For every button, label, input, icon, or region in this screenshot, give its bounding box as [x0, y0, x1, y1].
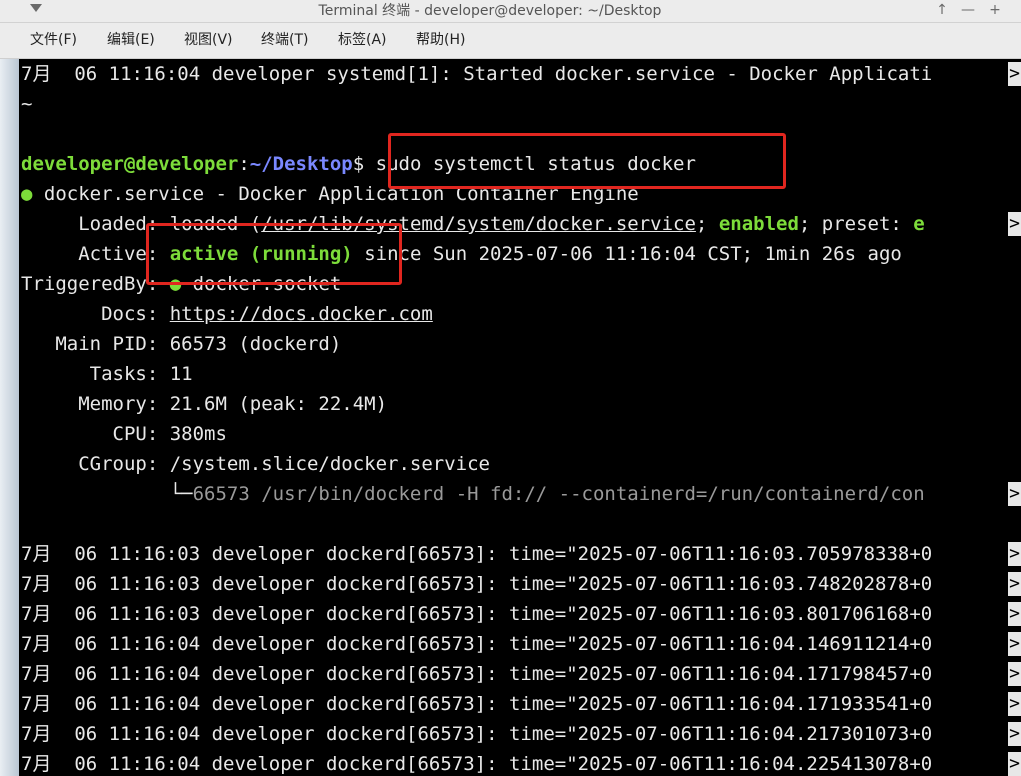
menu-terminal[interactable]: 终端(T) [261, 23, 308, 58]
log-line: 7月 06 11:16:04 developer dockerd[66573]:… [21, 693, 933, 715]
cpu-line: CPU: 380ms [21, 423, 227, 445]
cgroup-line: CGroup: /system.slice/docker.service [21, 453, 490, 475]
truncation-marker: > [1008, 752, 1021, 776]
minimize-button[interactable]: — [960, 0, 976, 22]
command-highlight-box [388, 133, 786, 189]
tasks-line: Tasks: 11 [21, 363, 193, 385]
truncation-marker: > [1008, 602, 1021, 626]
truncation-marker: > [1008, 692, 1021, 716]
truncation-marker: > [1008, 62, 1021, 86]
terminal-line: 7月 06 11:16:04 developer systemd[1]: Sta… [21, 63, 933, 85]
enabled-status: enabled [718, 213, 799, 235]
truncation-marker: > [1008, 632, 1021, 656]
truncation-marker: > [1008, 662, 1021, 686]
maximize-button[interactable]: + [987, 0, 1003, 22]
terminal-line: ~ [21, 93, 33, 115]
memory-line: Memory: 21.6M (peak: 22.4M) [21, 393, 388, 415]
menu-file[interactable]: 文件(F) [30, 23, 77, 58]
desktop-background-edge [0, 59, 19, 776]
cgroup-process-line: └─66573 /usr/bin/dockerd -H fd:// --cont… [21, 483, 925, 505]
docs-line: Docs: https://docs.docker.com [21, 303, 433, 325]
truncation-marker: > [1008, 212, 1021, 236]
log-line: 7月 06 11:16:04 developer dockerd[66573]:… [21, 633, 933, 655]
menu-bar: 文件(F) 编辑(E) 视图(V) 终端(T) 标签(A) 帮助(H) [0, 23, 1021, 59]
mainpid-line: Main PID: 66573 (dockerd) [21, 333, 342, 355]
log-line: 7月 06 11:16:04 developer dockerd[66573]:… [21, 663, 933, 685]
menu-tabs[interactable]: 标签(A) [338, 23, 387, 58]
truncation-marker: > [1008, 542, 1021, 566]
menu-edit[interactable]: 编辑(E) [107, 23, 155, 58]
menu-view[interactable]: 视图(V) [184, 23, 233, 58]
title-bar[interactable]: Terminal 终端 - developer@developer: ~/Des… [0, 0, 1021, 23]
truncation-marker: > [1008, 482, 1021, 506]
truncation-marker: > [1008, 572, 1021, 596]
log-line: 7月 06 11:16:03 developer dockerd[66573]:… [21, 543, 933, 565]
log-line: 7月 06 11:16:03 developer dockerd[66573]:… [21, 603, 933, 625]
log-line: 7月 06 11:16:03 developer dockerd[66573]:… [21, 573, 933, 595]
truncation-marker: > [1008, 722, 1021, 746]
log-line: 7月 06 11:16:04 developer dockerd[66573]:… [21, 753, 933, 775]
active-status-highlight-box [146, 223, 402, 285]
docs-link[interactable]: https://docs.docker.com [170, 303, 433, 325]
prompt-user: developer@developer [21, 153, 239, 175]
menu-help[interactable]: 帮助(H) [416, 23, 465, 58]
keep-above-button[interactable]: ↑ [934, 0, 950, 22]
prompt-path: ~/Desktop [249, 153, 353, 175]
window-title: Terminal 终端 - developer@developer: ~/Des… [318, 3, 662, 19]
status-dot-icon: ● [21, 183, 33, 205]
log-line: 7月 06 11:16:04 developer dockerd[66573]:… [21, 723, 933, 745]
terminal-window: Terminal 终端 - developer@developer: ~/Des… [0, 0, 1021, 776]
